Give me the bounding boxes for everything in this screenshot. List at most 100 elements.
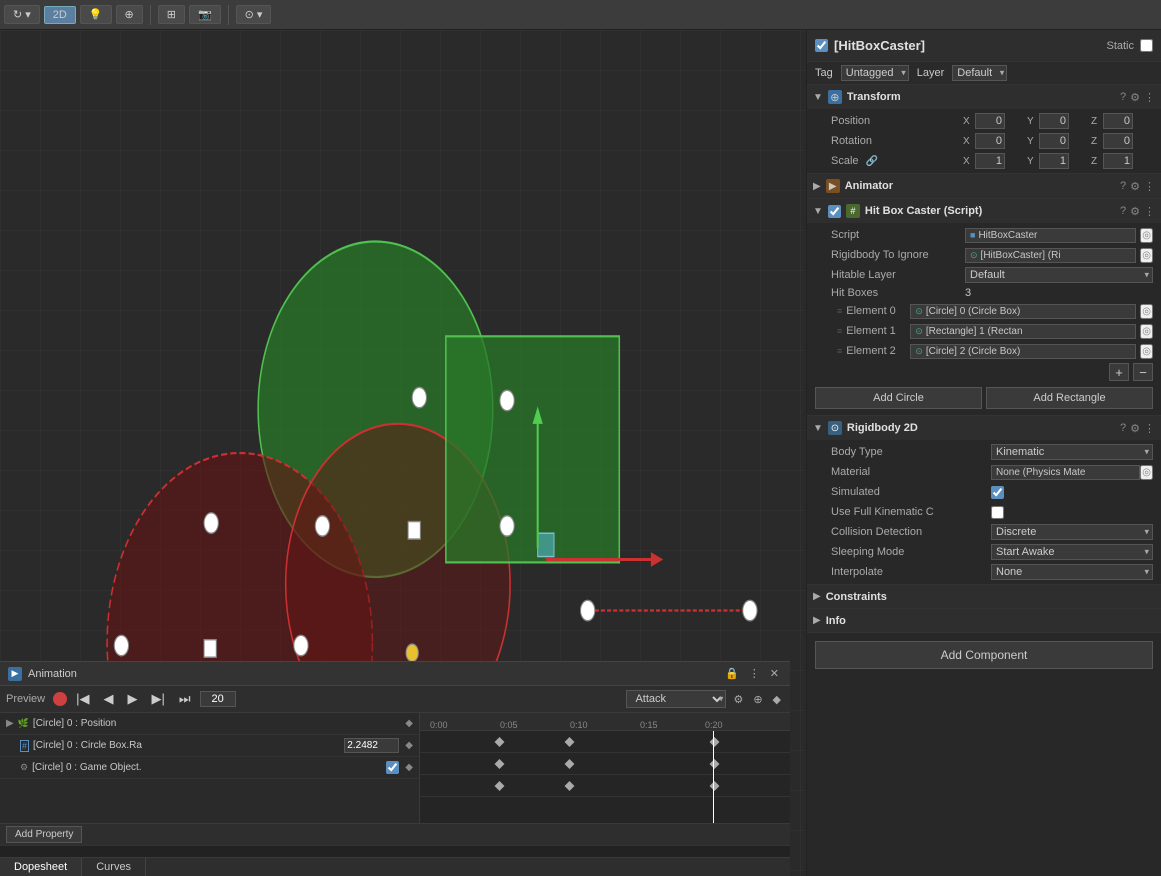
scale-x-input[interactable]: 1: [975, 153, 1005, 169]
animator-arrow-icon: ▶: [813, 181, 821, 192]
simulated-checkbox[interactable]: [991, 486, 1004, 499]
layer-select[interactable]: Default: [952, 65, 1007, 81]
main-row: ▶ Animation 🔒 ⋮ ✕ Preview |◀ ◀ ▶ ▶| ⏭ 20: [0, 30, 1161, 876]
add-component-button[interactable]: Add Component: [815, 641, 1153, 669]
interpolate-select[interactable]: None: [991, 564, 1153, 580]
add-rectangle-btn[interactable]: Add Rectangle: [986, 387, 1153, 409]
hitboxcaster-menu-icon[interactable]: ⋮: [1144, 205, 1155, 218]
track-value-input[interactable]: 2.2482: [344, 738, 399, 753]
add-shape-row: Add Circle Add Rectangle: [807, 383, 1161, 413]
fullkinematic-checkbox[interactable]: [991, 506, 1004, 519]
rotation-fields: X 0 Y 0 Z 0: [963, 133, 1153, 149]
hitbox-add-remove: + −: [807, 361, 1161, 383]
rigidbody2d-icon: ⊙: [828, 421, 842, 435]
gizmos-btn[interactable]: ⊙ ▾: [236, 5, 272, 24]
gameobject-name: [HitBoxCaster]: [834, 38, 1100, 53]
pos-x-input[interactable]: 0: [975, 113, 1005, 129]
animator-header[interactable]: ▶ ▶ Animator ? ⚙ ⋮: [807, 174, 1161, 198]
light-btn[interactable]: 💡: [80, 5, 112, 24]
transform-header[interactable]: ▼ ⊕ Transform ? ⚙ ⋮: [807, 85, 1161, 109]
collision-detection-select[interactable]: Discrete: [991, 524, 1153, 540]
hitbox-target-2[interactable]: ◎: [1140, 344, 1153, 359]
rot-y-input[interactable]: 0: [1039, 133, 1069, 149]
record-button[interactable]: [53, 692, 67, 706]
layers-btn[interactable]: ⊞: [158, 5, 185, 24]
next-keyframe-btn[interactable]: ⏭: [174, 689, 196, 709]
anim-lock-btn[interactable]: 🔒: [722, 666, 742, 681]
scene-view[interactable]: ▶ Animation 🔒 ⋮ ✕ Preview |◀ ◀ ▶ ▶| ⏭ 20: [0, 30, 806, 876]
info-section[interactable]: ▶ Info: [807, 609, 1161, 633]
rigidbody-ignore-target-btn[interactable]: ◎: [1140, 248, 1153, 263]
hitbox-remove-btn[interactable]: −: [1133, 363, 1153, 381]
track-expand-1[interactable]: ▶: [6, 718, 14, 729]
track-diamond-2[interactable]: ◆: [405, 740, 413, 751]
hitbox-target-0[interactable]: ◎: [1140, 304, 1153, 319]
constraints-section[interactable]: ▶ Constraints: [807, 585, 1161, 609]
track-row: # [Circle] 0 : Circle Box.Ra 2.2482 ◆: [0, 735, 419, 757]
step-back-btn[interactable]: ◀: [99, 689, 119, 709]
2d-mode-btn[interactable]: 2D: [44, 6, 76, 24]
hitboxcaster-header[interactable]: ▼ # Hit Box Caster (Script) ? ⚙ ⋮: [807, 199, 1161, 223]
transform-menu-icon[interactable]: ⋮: [1144, 91, 1155, 104]
handle-6: [114, 635, 128, 655]
anim-close-btn[interactable]: ✕: [767, 666, 782, 681]
pos-z-input[interactable]: 0: [1103, 113, 1133, 129]
animator-help-icon[interactable]: ?: [1120, 180, 1126, 193]
add-circle-btn[interactable]: Add Circle: [815, 387, 982, 409]
track-check-3[interactable]: [386, 761, 399, 774]
prev-keyframe-btn[interactable]: |◀: [71, 689, 94, 709]
hitbox-add-btn[interactable]: +: [1109, 363, 1129, 381]
simulated-row: Simulated: [807, 482, 1161, 502]
rotation-label: Rotation: [831, 135, 961, 147]
pivot-btn[interactable]: ⊕: [116, 5, 143, 24]
rigidbody2d-settings-icon[interactable]: ⚙: [1130, 422, 1140, 435]
tag-select[interactable]: Untagged: [841, 65, 909, 81]
anim-settings-btn[interactable]: ⚙: [730, 692, 746, 707]
rigidbody2d-help-icon[interactable]: ?: [1120, 422, 1126, 435]
hitable-layer-select[interactable]: Default: [965, 267, 1153, 283]
static-checkbox[interactable]: [1140, 39, 1153, 52]
track-diamond-3[interactable]: ◆: [405, 762, 413, 773]
inspector-panel: [HitBoxCaster] Static Tag Untagged Layer…: [806, 30, 1161, 876]
hitbox-element-1: ≡ Element 1 ⊙ [Rectangle] 1 (Rectan ◎: [807, 321, 1161, 341]
body-type-select[interactable]: Kinematic: [991, 444, 1153, 460]
hitboxcaster-settings-icon[interactable]: ⚙: [1130, 205, 1140, 218]
scale-z-input[interactable]: 1: [1103, 153, 1133, 169]
rotate-tool-btn[interactable]: ↻ ▾: [4, 5, 40, 24]
transform-settings-icon[interactable]: ⚙: [1130, 91, 1140, 104]
scale-y-input[interactable]: 1: [1039, 153, 1069, 169]
play-btn[interactable]: ▶: [123, 689, 143, 709]
handle-square-1: [408, 522, 420, 540]
camera-btn[interactable]: 📷: [189, 5, 221, 24]
rotation-z-field: Z 0: [1091, 133, 1153, 149]
clip-select[interactable]: Attack: [626, 690, 726, 708]
anim-more-btn[interactable]: ⋮: [746, 666, 763, 681]
tab-curves[interactable]: Curves: [82, 858, 146, 876]
rigidbody2d-body: Body Type Kinematic Material None (Physi…: [807, 440, 1161, 584]
pos-y-input[interactable]: 0: [1039, 113, 1069, 129]
anim-key-btn[interactable]: ◆: [770, 692, 784, 707]
material-target-btn[interactable]: ◎: [1140, 465, 1153, 480]
sleeping-mode-select[interactable]: Start Awake: [991, 544, 1153, 560]
anim-curve-btn[interactable]: ⊕: [750, 692, 765, 707]
timeline-cursor: [713, 731, 714, 823]
rigidbody2d-menu-icon[interactable]: ⋮: [1144, 422, 1155, 435]
hitboxcaster-active-checkbox[interactable]: [828, 205, 841, 218]
gameobject-active-checkbox[interactable]: [815, 39, 828, 52]
rot-x-input[interactable]: 0: [975, 133, 1005, 149]
body-type-label: Body Type: [831, 446, 991, 458]
step-forward-btn[interactable]: ▶|: [147, 689, 170, 709]
animator-settings-icon[interactable]: ⚙: [1130, 180, 1140, 193]
rot-z-input[interactable]: 0: [1103, 133, 1133, 149]
frame-number-input[interactable]: 20: [200, 691, 236, 707]
hitbox-target-1[interactable]: ◎: [1140, 324, 1153, 339]
hitboxcaster-help-icon[interactable]: ?: [1120, 205, 1126, 218]
tab-dopesheet[interactable]: Dopesheet: [0, 858, 82, 876]
transform-help-icon[interactable]: ?: [1120, 91, 1126, 104]
track-diamond-1[interactable]: ◆: [405, 718, 413, 729]
add-property-btn[interactable]: Add Property: [6, 826, 82, 843]
rigidbody2d-header[interactable]: ▼ ⊙ Rigidbody 2D ? ⚙ ⋮: [807, 416, 1161, 440]
script-target-btn[interactable]: ◎: [1140, 228, 1153, 243]
animator-menu-icon[interactable]: ⋮: [1144, 180, 1155, 193]
anim-scrollbar[interactable]: [0, 845, 790, 857]
